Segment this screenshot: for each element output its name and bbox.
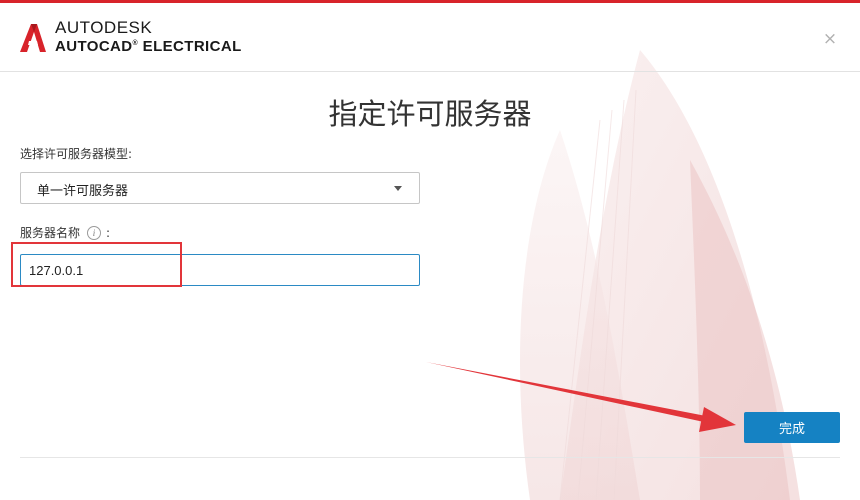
finish-button[interactable]: 完成 [744, 412, 840, 443]
model-select[interactable]: 单一许可服务器 [20, 172, 420, 204]
model-select-value: 单一许可服务器 [37, 184, 129, 199]
info-icon[interactable]: i [87, 225, 102, 240]
footer-divider [20, 457, 840, 458]
annotation-highlight-box [11, 242, 182, 287]
model-label: 选择许可服务器模型: [20, 147, 133, 161]
chevron-down-icon [394, 186, 402, 191]
server-label-row: 服务器名称 i : [20, 224, 110, 241]
server-label-suffix: : [106, 225, 111, 240]
page-title: 指定许可服务器 [328, 97, 532, 131]
server-label: 服务器名称 [20, 226, 81, 240]
